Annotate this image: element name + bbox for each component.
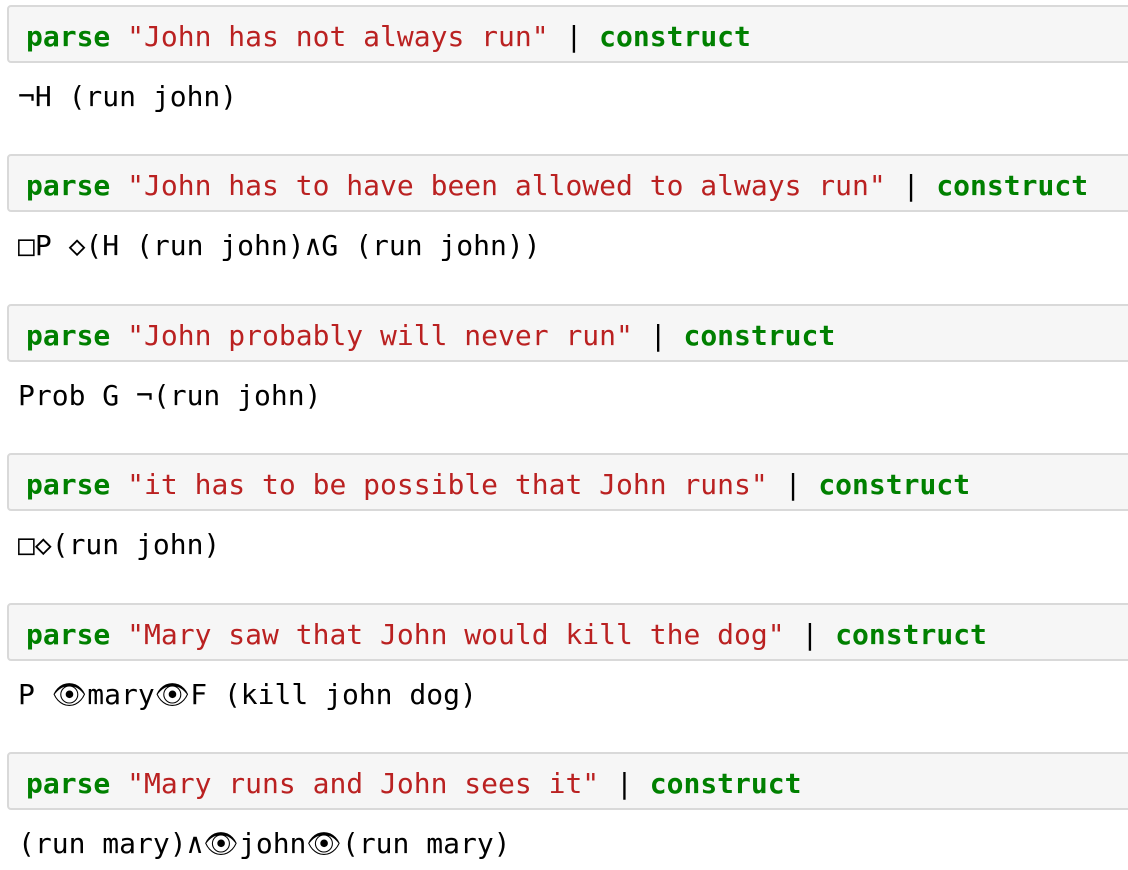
construct-keyword: construct xyxy=(683,319,836,352)
pipe-operator: | xyxy=(565,20,583,53)
parse-keyword: parse xyxy=(26,20,111,53)
pipe-operator: | xyxy=(616,767,633,800)
code-line: parse "John probably will never run" | c… xyxy=(26,319,835,353)
parse-keyword: parse xyxy=(26,767,111,800)
pipe-operator: | xyxy=(649,319,667,352)
code-input-cell[interactable]: parse "Mary runs and John sees it" | con… xyxy=(7,752,1128,810)
cell-output: □P ◇(H (run john)∧G (run john)) xyxy=(18,229,541,262)
parse-keyword: parse xyxy=(26,468,111,501)
pipe-operator: | xyxy=(902,169,920,202)
construct-keyword: construct xyxy=(936,169,1089,202)
pipe-operator: | xyxy=(801,618,819,651)
construct-keyword: construct xyxy=(818,468,971,501)
sentence-string: "it has to be possible that John runs" xyxy=(127,468,768,501)
code-line: parse "it has to be possible that John r… xyxy=(26,468,970,502)
cell-output: ¬H (run john) xyxy=(18,80,238,113)
sentence-string: "Mary saw that John would kill the dog" xyxy=(127,618,785,651)
code-input-cell[interactable]: parse "it has to be possible that John r… xyxy=(7,453,1128,511)
code-input-cell[interactable]: parse "John has to have been allowed to … xyxy=(7,154,1128,212)
parse-keyword: parse xyxy=(26,319,111,352)
parse-keyword: parse xyxy=(26,618,111,651)
cell-output: (run mary)∧👁john👁(run mary) xyxy=(18,827,511,860)
cell-output: □◇(run john) xyxy=(18,528,221,561)
sentence-string: "John has not always run" xyxy=(127,20,549,53)
sentence-string: "Mary runs and John sees it" xyxy=(127,767,600,800)
code-input-cell[interactable]: parse "Mary saw that John would kill the… xyxy=(7,603,1128,661)
sentence-string: "John has to have been allowed to always… xyxy=(127,169,886,202)
parse-keyword: parse xyxy=(26,169,111,202)
construct-keyword: construct xyxy=(599,20,751,53)
cell-output: Prob G ¬(run john) xyxy=(18,379,322,412)
code-input-cell[interactable]: parse "John probably will never run" | c… xyxy=(7,304,1128,362)
cell-output: P 👁mary👁F (kill john dog) xyxy=(18,678,477,711)
code-line: parse "John has not always run" | constr… xyxy=(26,20,751,54)
construct-keyword: construct xyxy=(649,767,802,800)
construct-keyword: construct xyxy=(835,618,987,651)
code-line: parse "Mary runs and John sees it" | con… xyxy=(26,767,801,801)
code-line: parse "John has to have been allowed to … xyxy=(26,169,1088,203)
code-input-cell[interactable]: parse "John has not always run" | constr… xyxy=(7,5,1128,63)
pipe-operator: | xyxy=(784,468,802,501)
sentence-string: "John probably will never run" xyxy=(127,319,633,352)
code-line: parse "Mary saw that John would kill the… xyxy=(26,618,987,652)
